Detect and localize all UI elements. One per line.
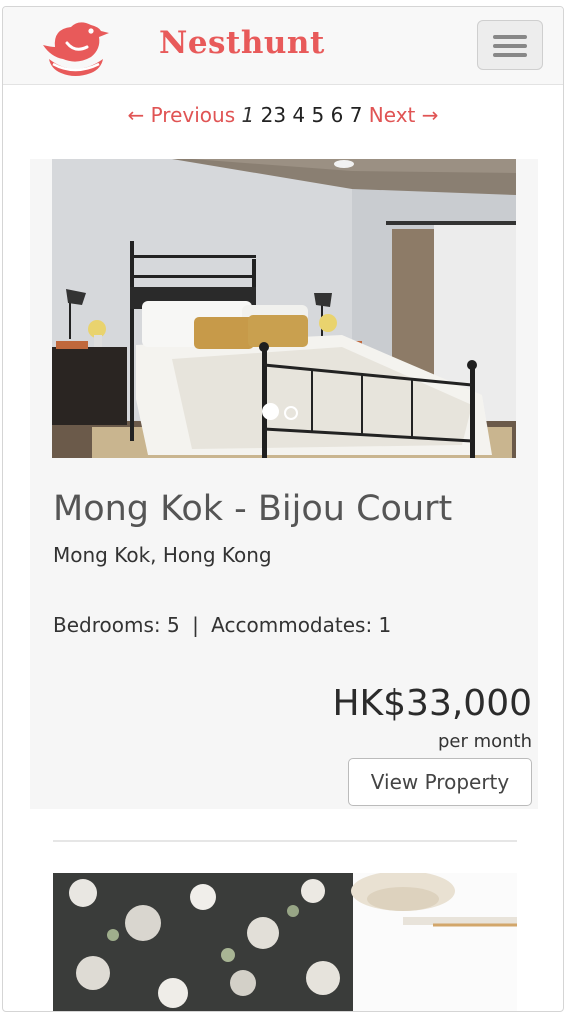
bedrooms-count: Bedrooms: 5 xyxy=(53,613,180,637)
menu-toggle-button[interactable] xyxy=(477,20,543,70)
pagination: ← Previous 1 23 4 5 6 7 Next → xyxy=(3,103,563,127)
page-link-6[interactable]: 6 xyxy=(331,103,344,127)
listing-location: Mong Kok, Hong Kong xyxy=(53,543,272,567)
page-link-4[interactable]: 4 xyxy=(292,103,305,127)
browser-viewport: Nesthunt ← Previous 1 23 4 5 6 7 Next → xyxy=(2,6,564,1012)
carousel-dot-2[interactable] xyxy=(284,406,298,420)
brand-name[interactable]: Nesthunt xyxy=(159,25,325,61)
listing-title[interactable]: Mong Kok - Bijou Court xyxy=(53,489,452,529)
page-link-7[interactable]: 7 xyxy=(350,103,363,127)
accommodates-count: Accommodates: 1 xyxy=(211,613,392,637)
listing-card: Mong Kok - Bijou Court Mong Kok, Hong Ko… xyxy=(30,159,538,809)
navbar: Nesthunt xyxy=(3,7,563,85)
price-period: per month xyxy=(437,731,532,752)
listing-photo-carousel[interactable] xyxy=(52,159,516,458)
hamburger-icon-bar xyxy=(493,44,527,48)
listing-divider xyxy=(53,840,517,842)
hamburger-icon-bar xyxy=(493,35,527,39)
hamburger-icon-bar xyxy=(493,53,527,57)
page-link-2[interactable]: 2 xyxy=(261,103,274,127)
current-page: 1 xyxy=(241,103,255,127)
floral-wall-photo xyxy=(53,873,517,1011)
carousel-dot-1[interactable] xyxy=(262,403,279,420)
listing-details: Bedrooms: 5 | Accommodates: 1 xyxy=(53,613,391,637)
previous-page-link[interactable]: ← Previous xyxy=(127,103,235,127)
listing-price: HK$33,000 xyxy=(332,683,532,724)
carousel-indicators xyxy=(262,403,303,424)
next-page-link[interactable]: Next → xyxy=(369,103,439,127)
bird-nest-logo-icon[interactable] xyxy=(41,17,111,79)
view-property-button[interactable]: View Property xyxy=(348,758,532,806)
page-link-3[interactable]: 3 xyxy=(273,103,286,127)
page-link-5[interactable]: 5 xyxy=(312,103,325,127)
detail-separator: | xyxy=(192,613,199,637)
next-listing-photo[interactable] xyxy=(53,873,517,1011)
